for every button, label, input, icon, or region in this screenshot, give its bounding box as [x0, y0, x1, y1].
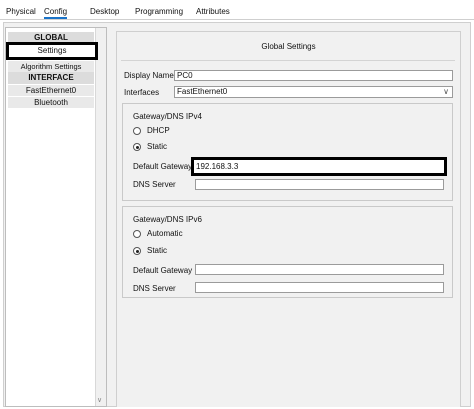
ipv6-static-radio[interactable]	[133, 247, 141, 255]
ipv6-gateway-label: Default Gateway	[133, 266, 193, 275]
display-name-label: Display Name	[124, 71, 174, 80]
ipv6-automatic-label: Automatic	[147, 229, 183, 238]
tab-bar: Physical Config Desktop Programming Attr…	[0, 0, 474, 20]
tab-programming[interactable]: Programming	[135, 7, 183, 16]
chevron-down-icon: ∨	[443, 87, 449, 96]
tab-config[interactable]: Config	[44, 7, 68, 19]
ipv6-group-title: Gateway/DNS IPv6	[133, 215, 202, 224]
ipv4-dhcp-label: DHCP	[147, 126, 170, 135]
ipv6-gateway-field[interactable]	[195, 264, 444, 275]
sidebar-scrollbar[interactable]: ∨	[95, 28, 106, 406]
panel-title-divider	[121, 60, 455, 61]
tab-desktop[interactable]: Desktop	[90, 7, 119, 16]
sidebar: GLOBAL Settings Algorithm Settings INTER…	[5, 27, 107, 407]
sidebar-item-settings[interactable]: Settings	[6, 42, 98, 60]
ipv6-dns-label: DNS Server	[133, 284, 176, 293]
ipv4-gateway-label: Default Gateway	[133, 162, 193, 171]
ipv6-group: Gateway/DNS IPv6 Automatic Static Defaul…	[122, 206, 453, 298]
tab-divider	[0, 19, 474, 20]
tab-physical[interactable]: Physical	[6, 7, 36, 16]
panel-title: Global Settings	[261, 42, 316, 51]
ipv4-dhcp-radio[interactable]	[133, 127, 141, 135]
ipv4-gateway-value: 192.168.3.3	[196, 162, 239, 171]
ipv4-static-label: Static	[147, 142, 168, 151]
display-name-field[interactable]: PC0	[174, 70, 453, 81]
interfaces-select-value: FastEthernet0	[177, 87, 228, 96]
ipv6-dns-field[interactable]	[195, 282, 444, 293]
ipv4-gateway-field[interactable]: 192.168.3.3	[191, 157, 447, 176]
sidebar-item-bluetooth[interactable]: Bluetooth	[8, 96, 94, 108]
ipv4-dns-field[interactable]	[195, 179, 444, 190]
global-settings-panel: Global Settings Display Name PC0 Interfa…	[116, 31, 461, 407]
interfaces-label: Interfaces	[124, 88, 160, 97]
ipv6-automatic-radio[interactable]	[133, 230, 141, 238]
ipv4-group-title: Gateway/DNS IPv4	[133, 112, 202, 121]
ipv4-static-radio[interactable]	[133, 143, 141, 151]
ipv6-static-label: Static	[147, 246, 168, 255]
interfaces-select[interactable]: FastEthernet0 ∨	[174, 86, 453, 98]
tab-attributes[interactable]: Attributes	[196, 7, 230, 16]
sidebar-item-algorithm-settings[interactable]: Algorithm Settings	[8, 60, 94, 72]
ipv4-group: Gateway/DNS IPv4 DHCP Static Default Gat…	[122, 103, 453, 201]
sidebar-item-fastethernet0[interactable]: FastEthernet0	[8, 84, 94, 96]
sidebar-header-interface: INTERFACE	[8, 72, 94, 84]
ipv4-dns-label: DNS Server	[133, 180, 176, 189]
scroll-down-icon[interactable]: ∨	[97, 396, 102, 404]
